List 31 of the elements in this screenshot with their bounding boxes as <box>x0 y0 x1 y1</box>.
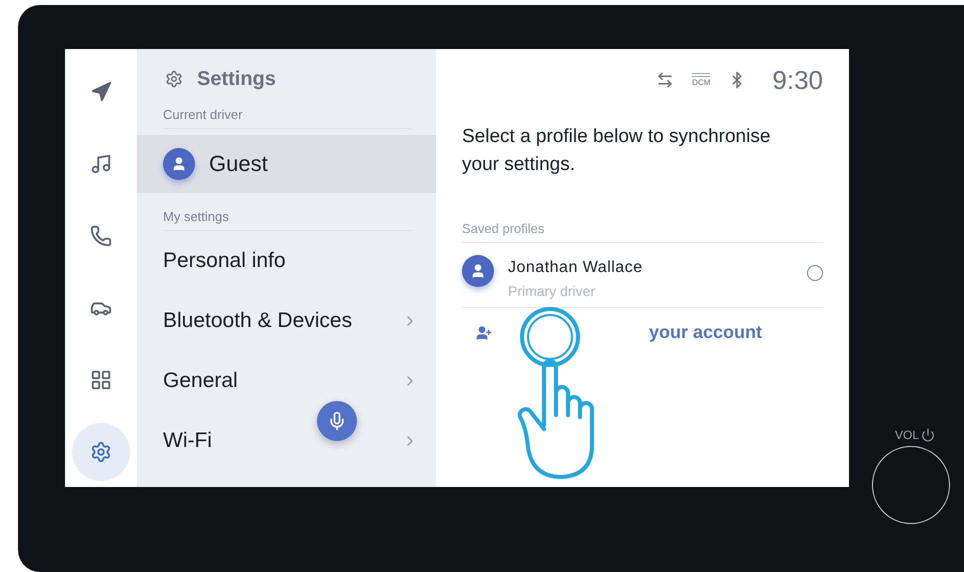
section-label: Current driver <box>163 107 412 129</box>
voice-button[interactable] <box>317 401 357 441</box>
profile-row[interactable]: Jonathan Wallace Primary driver <box>462 243 823 308</box>
music-icon <box>90 153 112 175</box>
driver-name: Guest <box>209 151 268 177</box>
section-label: My settings <box>163 209 412 231</box>
panel-title: Settings <box>197 68 276 90</box>
settings-item[interactable]: General <box>137 351 436 411</box>
settings-item[interactable]: Wi-Fi <box>137 411 436 471</box>
grid-icon <box>90 369 112 391</box>
avatar-icon <box>163 148 195 180</box>
settings-icon <box>90 441 112 463</box>
radio-button[interactable] <box>807 265 823 281</box>
volume-knob[interactable] <box>872 446 950 524</box>
avatar-icon <box>462 255 494 287</box>
instruction-text: Select a profile below to synchronise your settings. <box>462 125 772 177</box>
current-driver-row[interactable]: Guest <box>137 135 436 193</box>
settings-item[interactable]: Personal info <box>137 231 436 291</box>
clock: 9:30 <box>772 64 823 96</box>
settings-icon <box>165 70 183 88</box>
volume-label: VOL <box>894 428 919 442</box>
add-person-icon <box>476 324 492 340</box>
profile-name: Jonathan Wallace <box>508 259 644 277</box>
navigation-icon <box>90 81 112 103</box>
profile-role: Primary driver <box>508 283 596 299</box>
add-account-button[interactable]: your account <box>462 308 762 343</box>
section-label: Saved profiles <box>462 221 823 243</box>
phone-icon <box>90 225 112 247</box>
settings-item[interactable]: Bluetooth & Devices <box>137 291 436 351</box>
power-icon <box>921 428 935 442</box>
dcm-indicator: DCM <box>692 73 710 87</box>
